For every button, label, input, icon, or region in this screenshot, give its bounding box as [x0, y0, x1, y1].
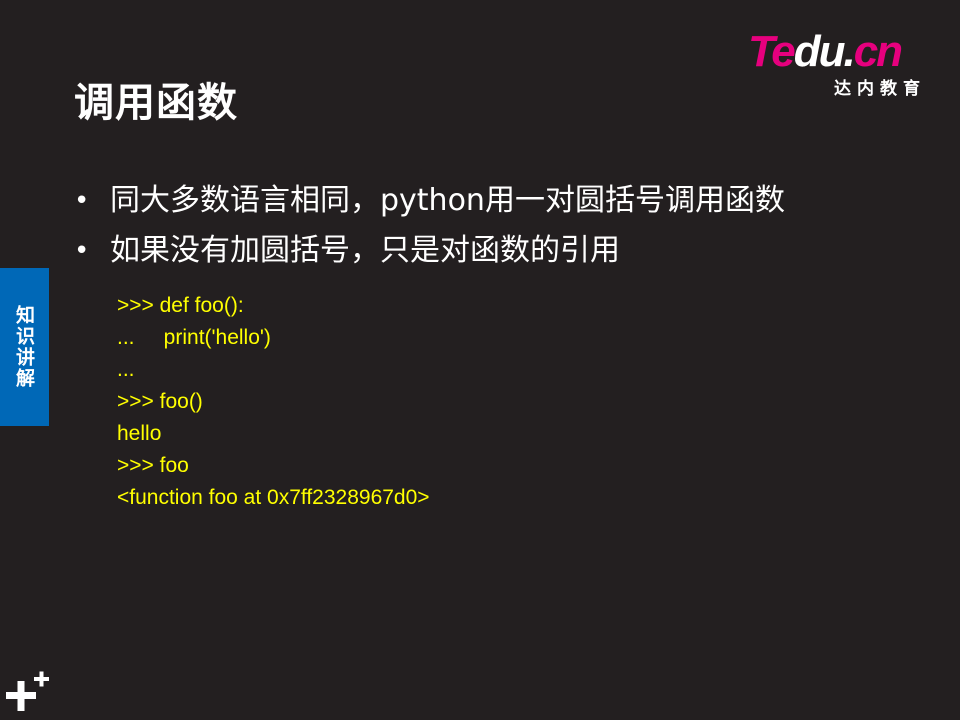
logo-du: du. [793, 27, 856, 76]
logo-subtitle: 达内教育 [834, 79, 926, 99]
bullet-item: • 同大多数语言相同，python用一对圆括号调用函数 [74, 176, 785, 226]
code-line: hello [117, 422, 162, 445]
logo-cn: cn [853, 27, 903, 76]
slide-title: 调用函数 [74, 80, 238, 126]
side-tab-label: 知识讲解 [13, 305, 35, 389]
code-line: <function foo at 0x7ff2328967d0> [117, 486, 430, 509]
bullet-item: • 如果没有加圆括号，只是对函数的引用 [74, 226, 785, 276]
code-line: ... [117, 358, 135, 381]
code-block: >>> def foo(): ... print('hello') ... >>… [117, 290, 430, 514]
code-line: >>> def foo(): [117, 294, 244, 317]
tedu-logo: Tedu.cn 达内教育 [748, 27, 938, 100]
bullet-list: • 同大多数语言相同，python用一对圆括号调用函数 • 如果没有加圆括号，只… [74, 176, 785, 276]
code-line: >>> foo [117, 454, 189, 477]
bullet-dot-icon: • [74, 186, 90, 216]
bullet-dot-icon: • [74, 236, 90, 266]
logo-te: Te [748, 27, 796, 76]
logo-wordmark: Tedu.cn [748, 27, 903, 76]
code-line: ... print('hello') [117, 326, 271, 349]
bullet-text: 同大多数语言相同，python用一对圆括号调用函数 [110, 183, 785, 218]
bullet-text: 如果没有加圆括号，只是对函数的引用 [110, 233, 620, 268]
plus-decoration-icon [6, 671, 49, 711]
side-tab: 知识讲解 [0, 268, 49, 426]
code-line: >>> foo() [117, 390, 203, 413]
